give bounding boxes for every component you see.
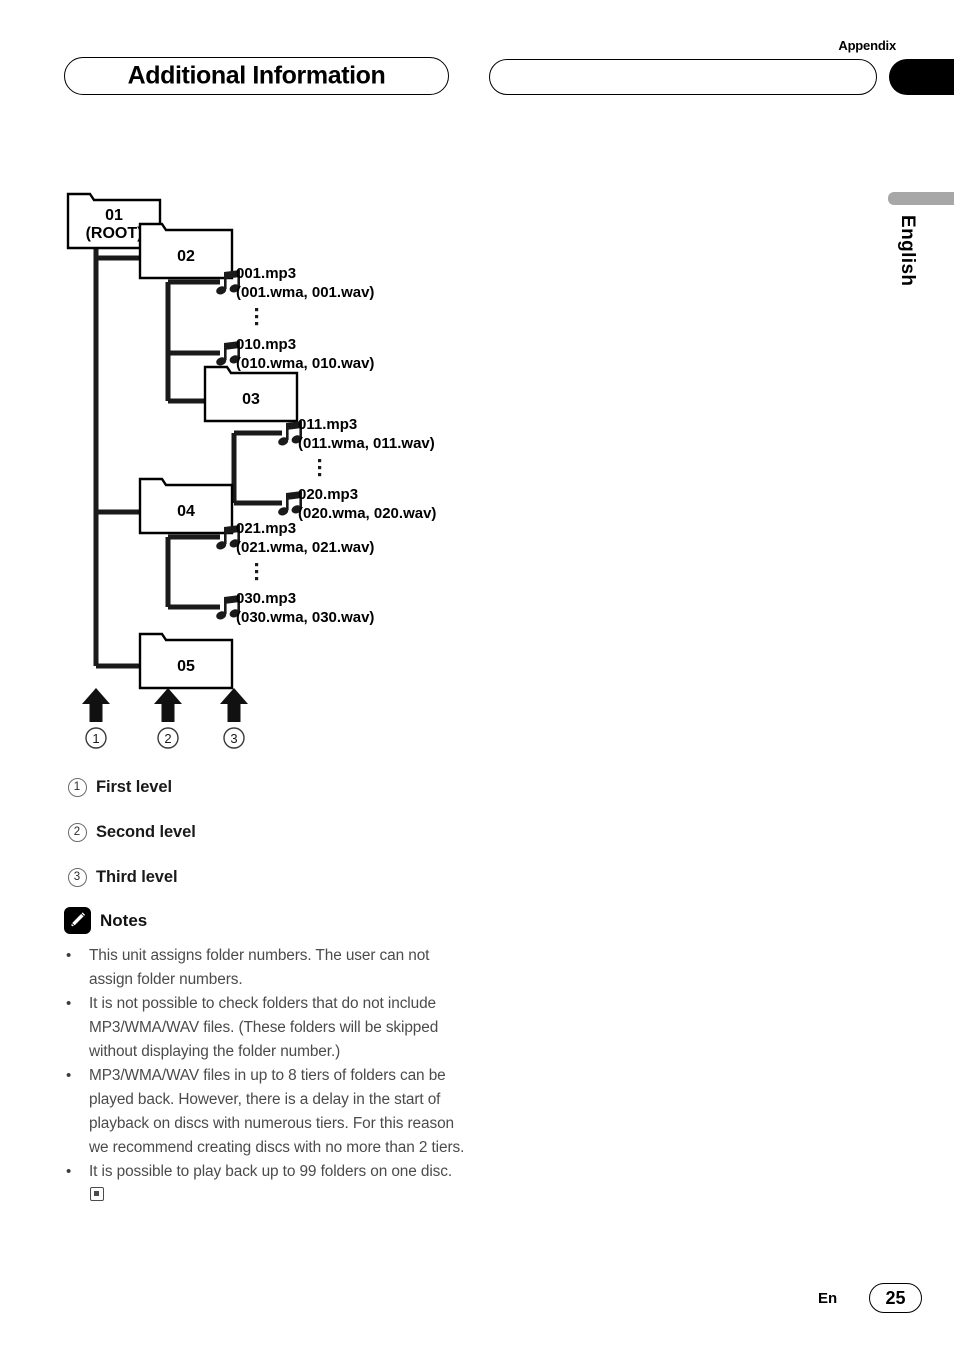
level-marker-2: 2 xyxy=(154,688,182,749)
folder-label-02: 02 xyxy=(177,248,195,265)
up-arrow-icon xyxy=(220,688,248,722)
folder-label-root-line2: (ROOT) xyxy=(86,225,143,242)
file-name-011: 011.mp3 xyxy=(298,416,357,433)
file-name-021: 021.mp3 xyxy=(236,520,296,537)
file-alternates-001: (001.wma, 001.wav) xyxy=(236,284,374,301)
ellipsis-011-020 xyxy=(318,459,322,477)
level-marker-3: 3 xyxy=(220,688,248,749)
folder-structure-diagram: 01 (ROOT) 02 03 04 05 001.mp3 (001.wma, … xyxy=(60,186,520,756)
legend-number-1: 1 xyxy=(64,778,90,797)
file-alternates-011: (011.wma, 011.wav) xyxy=(298,435,435,452)
note-text: It is possible to play back up to 99 fol… xyxy=(89,1163,453,1180)
legend-item-first-level: 1 First level xyxy=(64,765,484,810)
notes-title: Notes xyxy=(100,910,148,930)
note-text: MP3/WMA/WAV files in up to 8 tiers of fo… xyxy=(89,1067,465,1156)
file-alternates-030: (030.wma, 030.wav) xyxy=(236,609,374,626)
appendix-label: Appendix xyxy=(838,38,896,53)
header-black-tab xyxy=(889,59,954,95)
ellipsis-021-030 xyxy=(255,563,259,581)
folder-node-03: 03 xyxy=(203,365,299,423)
file-node-021: 021.mp3 (021.wma, 021.wav) xyxy=(214,520,374,556)
file-name-010: 010.mp3 xyxy=(236,336,296,353)
folder-label-03: 03 xyxy=(242,391,260,408)
folder-label-04: 04 xyxy=(177,503,195,520)
legend-number-2: 2 xyxy=(64,823,90,842)
note-bullet: • xyxy=(66,995,72,1012)
file-node-030: 030.mp3 (030.wma, 030.wav) xyxy=(214,590,374,626)
legend-label-third-level: Third level xyxy=(96,868,178,886)
level-marker-1: 1 xyxy=(82,688,110,749)
notes-header: Notes xyxy=(64,907,147,934)
legend-item-second-level: 2 Second level xyxy=(64,810,484,855)
page-title-pill: Additional Information xyxy=(64,57,449,95)
up-arrow-icon xyxy=(154,688,182,722)
legend-item-third-level: 3 Third level xyxy=(64,855,484,900)
footer-language-code: En xyxy=(818,1290,838,1307)
end-of-section-mark xyxy=(90,1187,104,1201)
legend-number-3: 3 xyxy=(64,868,90,887)
folder-label-root-line1: 01 xyxy=(105,207,123,224)
note-bullet: • xyxy=(66,947,72,964)
file-name-020: 020.mp3 xyxy=(298,486,358,503)
note-text-last: It is possible to play back up to 99 fol… xyxy=(89,1160,466,1208)
ellipsis-001-010 xyxy=(255,308,259,326)
language-tab-label: English xyxy=(897,215,918,287)
file-alternates-020: (020.wma, 020.wav) xyxy=(298,505,436,522)
folder-node-02: 02 xyxy=(138,222,234,280)
file-alternates-010: (010.wma, 010.wav) xyxy=(236,355,374,372)
note-item: • It is not possible to check folders th… xyxy=(66,992,466,1064)
note-bullet: • xyxy=(66,1067,72,1084)
page-number: 25 xyxy=(869,1283,922,1313)
language-tab-bar xyxy=(888,192,954,205)
up-arrow-icon xyxy=(82,688,110,722)
header-blank-pill xyxy=(489,59,877,95)
level-marker-number-2: 2 xyxy=(164,731,171,746)
file-name-030: 030.mp3 xyxy=(236,590,296,607)
folder-node-04: 04 xyxy=(138,477,234,535)
pencil-icon xyxy=(64,907,91,934)
file-name-001: 001.mp3 xyxy=(236,265,296,282)
file-alternates-021: (021.wma, 021.wav) xyxy=(236,539,374,556)
note-text: It is not possible to check folders that… xyxy=(89,995,439,1060)
note-item: • It is possible to play back up to 99 f… xyxy=(66,1160,466,1208)
level-marker-number-1: 1 xyxy=(92,731,99,746)
file-node-001: 001.mp3 (001.wma, 001.wav) xyxy=(214,265,374,301)
legend-label-second-level: Second level xyxy=(96,823,196,841)
note-item: • This unit assigns folder numbers. The … xyxy=(66,944,466,992)
file-node-020: 020.mp3 (020.wma, 020.wav) xyxy=(276,486,436,522)
note-item: • MP3/WMA/WAV files in up to 8 tiers of … xyxy=(66,1064,466,1160)
notes-list: • This unit assigns folder numbers. The … xyxy=(66,944,466,1208)
level-legend: 1 First level 2 Second level 3 Third lev… xyxy=(64,765,484,900)
file-node-011: 011.mp3 (011.wma, 011.wav) xyxy=(276,416,435,452)
folder-label-05: 05 xyxy=(177,658,195,675)
page-title: Additional Information xyxy=(127,61,386,90)
file-node-010: 010.mp3 (010.wma, 010.wav) xyxy=(214,336,374,372)
note-text: This unit assigns folder numbers. The us… xyxy=(89,947,430,988)
legend-label-first-level: First level xyxy=(96,778,172,796)
level-marker-number-3: 3 xyxy=(230,731,237,746)
folder-node-05: 05 xyxy=(138,632,234,690)
note-bullet: • xyxy=(66,1163,72,1180)
